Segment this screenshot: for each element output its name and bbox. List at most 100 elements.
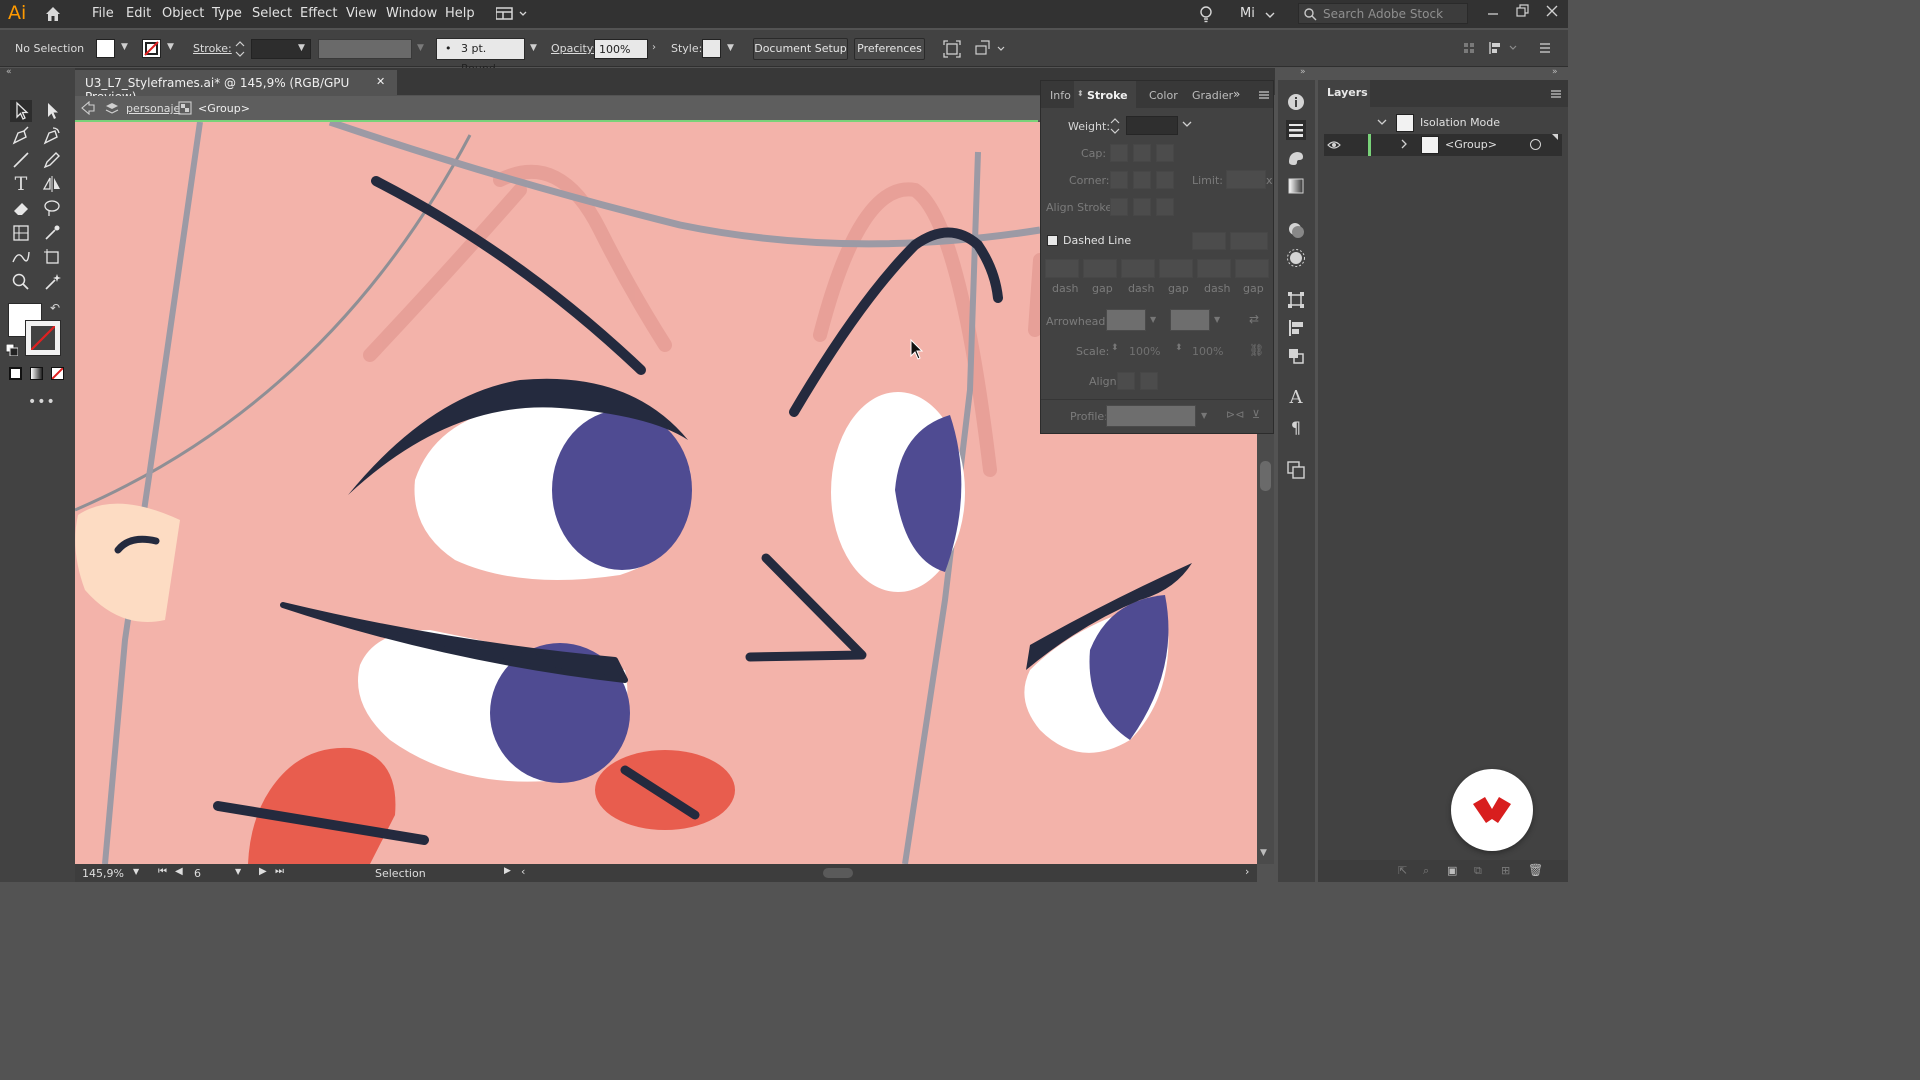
chevron-down-icon[interactable]: [1264, 9, 1276, 19]
scroll-right-icon[interactable]: ›: [1245, 865, 1249, 878]
curvature-tool-icon[interactable]: [41, 125, 63, 147]
prev-artboard-icon[interactable]: ◀: [175, 866, 183, 877]
fill-swatch[interactable]: [96, 39, 115, 58]
align-panel-icon[interactable]: [1286, 318, 1306, 338]
chevron-down-icon[interactable]: ▼: [235, 867, 241, 876]
pencil-tool-icon[interactable]: [41, 149, 63, 171]
zoom-level[interactable]: 145,9%: [82, 867, 124, 880]
search-input[interactable]: Search Adobe Stock: [1323, 7, 1443, 21]
style-swatch[interactable]: [702, 39, 721, 58]
eye-visibility-icon[interactable]: [1327, 138, 1341, 152]
document-tab[interactable]: U3_L7_Styleframes.ai* @ 145,9% (RGB/GPU …: [75, 70, 397, 104]
appearance-panel-icon[interactable]: [1286, 220, 1306, 240]
collapse-arrows-icon[interactable]: »: [1552, 67, 1558, 77]
type-tool-icon[interactable]: T: [10, 173, 32, 195]
chevron-down-icon[interactable]: ▼: [133, 867, 139, 876]
chevron-right-icon[interactable]: [1398, 138, 1410, 150]
menu-window[interactable]: Window: [386, 6, 437, 21]
menu-object[interactable]: Object: [162, 6, 204, 21]
horizontal-scroll-thumb[interactable]: [823, 868, 853, 878]
character-panel-icon[interactable]: A: [1286, 388, 1306, 408]
pathfinder-icon[interactable]: [1286, 346, 1306, 366]
first-artboard-icon[interactable]: ⏮: [158, 866, 167, 877]
chevron-down-icon[interactable]: [1181, 118, 1193, 130]
blend-tool-icon[interactable]: [10, 246, 32, 268]
more-tabs-icon[interactable]: »: [1233, 87, 1240, 101]
line-tool-icon[interactable]: [10, 149, 32, 171]
lasso-tool-icon[interactable]: [41, 197, 63, 219]
dashed-line-checkbox[interactable]: [1047, 235, 1058, 246]
pen-tool-icon[interactable]: [10, 125, 32, 147]
target-circle-icon[interactable]: [1530, 139, 1541, 150]
last-artboard-icon[interactable]: ⏭: [275, 866, 284, 877]
chevron-down-icon[interactable]: ▼: [167, 42, 174, 52]
restore-icon[interactable]: [1516, 4, 1530, 18]
make-clipping-mask-icon[interactable]: ▣: [1447, 864, 1457, 877]
stroke-swatch[interactable]: [142, 39, 161, 58]
layer-row-isolation[interactable]: Isolation Mode: [1324, 112, 1562, 134]
chevron-down-icon[interactable]: ▼: [1260, 848, 1267, 858]
swap-colors-icon[interactable]: ↶: [50, 301, 60, 315]
menu-view[interactable]: View: [346, 6, 377, 21]
menu-select[interactable]: Select: [252, 6, 292, 21]
workspace-name[interactable]: Mi: [1240, 6, 1255, 21]
color-panel-icon[interactable]: [1286, 148, 1306, 168]
back-arrow-icon[interactable]: [80, 100, 96, 116]
reflect-tool-icon[interactable]: [41, 173, 63, 195]
none-mode-icon[interactable]: [51, 367, 64, 380]
chevron-right-icon[interactable]: ›: [652, 42, 656, 53]
delete-icon[interactable]: 🗑: [1528, 863, 1543, 877]
gradient-panel-icon[interactable]: [1286, 176, 1306, 196]
menu-type[interactable]: Type: [212, 6, 242, 21]
brush-definition[interactable]: • 3 pt. Round: [436, 38, 525, 75]
magic-wand-tool-icon[interactable]: [41, 271, 63, 293]
stroke-color-swatch[interactable]: [25, 320, 61, 356]
close-tab-icon[interactable]: ✕: [376, 75, 385, 88]
default-colors-icon[interactable]: [5, 343, 19, 357]
chevron-down-icon[interactable]: ▼: [727, 43, 734, 53]
panel-menu-icon[interactable]: [1258, 89, 1270, 101]
export-icon[interactable]: ⇱: [1398, 864, 1407, 877]
workspace-switcher-icon[interactable]: [495, 7, 528, 21]
stroke-panel-icon[interactable]: [1286, 120, 1306, 140]
new-layer-icon[interactable]: ⊞: [1501, 864, 1510, 877]
isolate-icon[interactable]: [943, 40, 961, 58]
menu-file[interactable]: File: [92, 6, 114, 21]
weight-field[interactable]: [1126, 116, 1178, 135]
eraser-tool-icon[interactable]: [10, 197, 32, 219]
collapse-arrows-icon[interactable]: »: [1300, 67, 1306, 77]
more-tools-icon[interactable]: •••: [28, 394, 56, 410]
selection-tool-icon[interactable]: [10, 100, 32, 122]
close-window-icon[interactable]: [1546, 5, 1558, 17]
scroll-left-icon[interactable]: ‹: [521, 865, 525, 878]
artboard-tool-icon[interactable]: [41, 246, 63, 268]
lightbulb-icon[interactable]: [1198, 5, 1214, 23]
home-icon[interactable]: [44, 5, 62, 23]
stroke-label[interactable]: Stroke:: [193, 42, 232, 55]
variable-width-profile[interactable]: [318, 39, 412, 59]
layer-row-group[interactable]: <Group>: [1324, 134, 1562, 156]
stock-search[interactable]: Search Adobe Stock: [1298, 3, 1468, 24]
info-icon[interactable]: [1286, 92, 1306, 112]
menu-effect[interactable]: Effect: [300, 6, 337, 21]
status-menu-arrow-icon[interactable]: ▶: [504, 866, 511, 876]
transform-icon[interactable]: [1488, 40, 1518, 56]
stroke-weight-stepper[interactable]: [234, 40, 246, 58]
tab-color[interactable]: Color: [1149, 89, 1178, 102]
zoom-tool-icon[interactable]: [10, 271, 32, 293]
graphic-styles-icon[interactable]: [1286, 248, 1306, 268]
scroll-thumb[interactable]: [1260, 461, 1271, 491]
chevron-down-icon[interactable]: [1376, 116, 1388, 128]
mesh-tool-icon[interactable]: [10, 222, 32, 244]
document-setup-button[interactable]: Document Setup: [753, 38, 848, 60]
dashed-line-label[interactable]: Dashed Line: [1063, 234, 1131, 247]
menu-edit[interactable]: Edit: [126, 6, 151, 21]
artboard-number[interactable]: 6: [194, 867, 201, 880]
next-artboard-icon[interactable]: ▶: [259, 866, 267, 877]
tab-gradient[interactable]: Gradier: [1192, 89, 1233, 102]
chevron-down-icon[interactable]: ▼: [121, 42, 128, 52]
hamburger-menu-icon[interactable]: [1538, 41, 1552, 55]
align-icon[interactable]: [1462, 40, 1476, 56]
breadcrumb-group[interactable]: <Group>: [198, 102, 250, 115]
preferences-button[interactable]: Preferences: [854, 38, 925, 60]
